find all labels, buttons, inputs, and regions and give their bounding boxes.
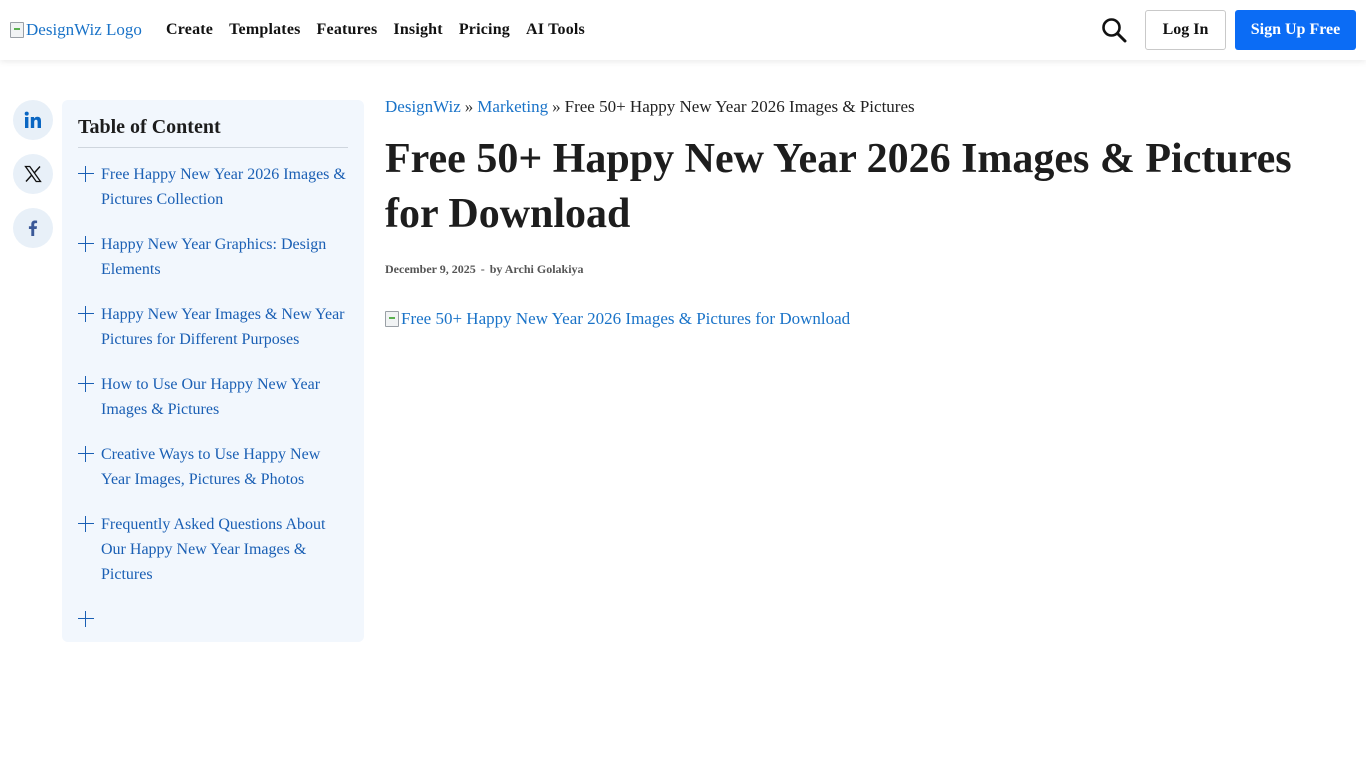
- signup-button[interactable]: Sign Up Free: [1235, 10, 1356, 50]
- toc-title: Table of Content: [78, 116, 348, 148]
- plus-icon: [78, 166, 94, 182]
- login-button[interactable]: Log In: [1145, 10, 1226, 50]
- x-icon: [24, 165, 42, 183]
- toc-link[interactable]: Free Happy New Year 2026 Images & Pictur…: [101, 162, 348, 212]
- toc-link[interactable]: Creative Ways to Use Happy New Year Imag…: [101, 442, 348, 492]
- toc-list: Free Happy New Year 2026 Images & Pictur…: [78, 162, 348, 627]
- share-linkedin-button[interactable]: [13, 100, 53, 140]
- toc-link[interactable]: Frequently Asked Questions About Our Hap…: [101, 512, 348, 587]
- author-byline[interactable]: by Archi Golakiya: [490, 262, 584, 277]
- logo-alt-text: DesignWiz Logo: [26, 20, 142, 39]
- toc-item[interactable]: Free Happy New Year 2026 Images & Pictur…: [78, 162, 348, 212]
- toc-item[interactable]: How to Use Our Happy New Year Images & P…: [78, 372, 348, 422]
- breadcrumb-home-link[interactable]: DesignWiz: [385, 97, 461, 116]
- toc-link[interactable]: How to Use Our Happy New Year Images & P…: [101, 372, 348, 422]
- facebook-icon: [28, 220, 38, 236]
- broken-image-icon: [10, 22, 24, 38]
- article-meta: December 9, 2025 - by Archi Golakiya: [385, 262, 584, 277]
- plus-icon: [78, 446, 94, 462]
- publish-date: December 9, 2025: [385, 262, 476, 276]
- nav-item-pricing[interactable]: Pricing: [459, 21, 510, 39]
- nav-item-create[interactable]: Create: [166, 21, 213, 39]
- share-x-button[interactable]: [13, 154, 53, 194]
- breadcrumb: DesignWiz» Marketing» Free 50+ Happy New Y…: [385, 97, 915, 117]
- toc-item[interactable]: Frequently Asked Questions About Our Hap…: [78, 512, 348, 587]
- breadcrumb-separator: »: [464, 97, 474, 116]
- search-icon: [1102, 18, 1127, 43]
- main-nav: Create Templates Features Insight Pricin…: [166, 0, 585, 60]
- toc-link[interactable]: Happy New Year Images & New Year Picture…: [101, 302, 348, 352]
- plus-icon: [78, 376, 94, 392]
- nav-item-features[interactable]: Features: [317, 21, 378, 39]
- nav-item-templates[interactable]: Templates: [229, 21, 300, 39]
- site-logo[interactable]: DesignWiz Logo: [10, 18, 142, 42]
- meta-separator: -: [480, 262, 485, 276]
- page-title: Free 50+ Happy New Year 2026 Images & Pi…: [385, 136, 1292, 237]
- search-button[interactable]: [1100, 16, 1128, 44]
- linkedin-icon: [24, 111, 41, 128]
- nav-item-ai-tools[interactable]: AI Tools: [526, 21, 585, 39]
- hero-image-alt: Free 50+ Happy New Year 2026 Images & Pi…: [401, 309, 851, 328]
- breadcrumb-current: Free 50+ Happy New Year 2026 Images & Pi…: [564, 97, 915, 116]
- toc-item[interactable]: Happy New Year Images & New Year Picture…: [78, 302, 348, 352]
- plus-icon: [78, 516, 94, 532]
- breadcrumb-category-link[interactable]: Marketing: [477, 97, 548, 116]
- hero-image[interactable]: Free 50+ Happy New Year 2026 Images & Pi…: [385, 309, 850, 329]
- toc-link[interactable]: Happy New Year Graphics: Design Elements: [101, 232, 348, 282]
- toc-item-partial[interactable]: [78, 607, 348, 627]
- toc-item[interactable]: Creative Ways to Use Happy New Year Imag…: [78, 442, 348, 492]
- share-facebook-button[interactable]: [13, 208, 53, 248]
- plus-icon: [78, 306, 94, 322]
- site-header: DesignWiz Logo Create Templates Features…: [0, 0, 1366, 60]
- breadcrumb-separator: »: [552, 97, 561, 116]
- toc-item[interactable]: Happy New Year Graphics: Design Elements: [78, 232, 348, 282]
- plus-icon: [78, 611, 94, 627]
- table-of-contents: Table of Content Free Happy New Year 202…: [62, 100, 364, 642]
- broken-image-icon: [385, 311, 399, 327]
- nav-item-insight[interactable]: Insight: [393, 21, 442, 39]
- plus-icon: [78, 236, 94, 252]
- social-share-rail: [13, 100, 53, 248]
